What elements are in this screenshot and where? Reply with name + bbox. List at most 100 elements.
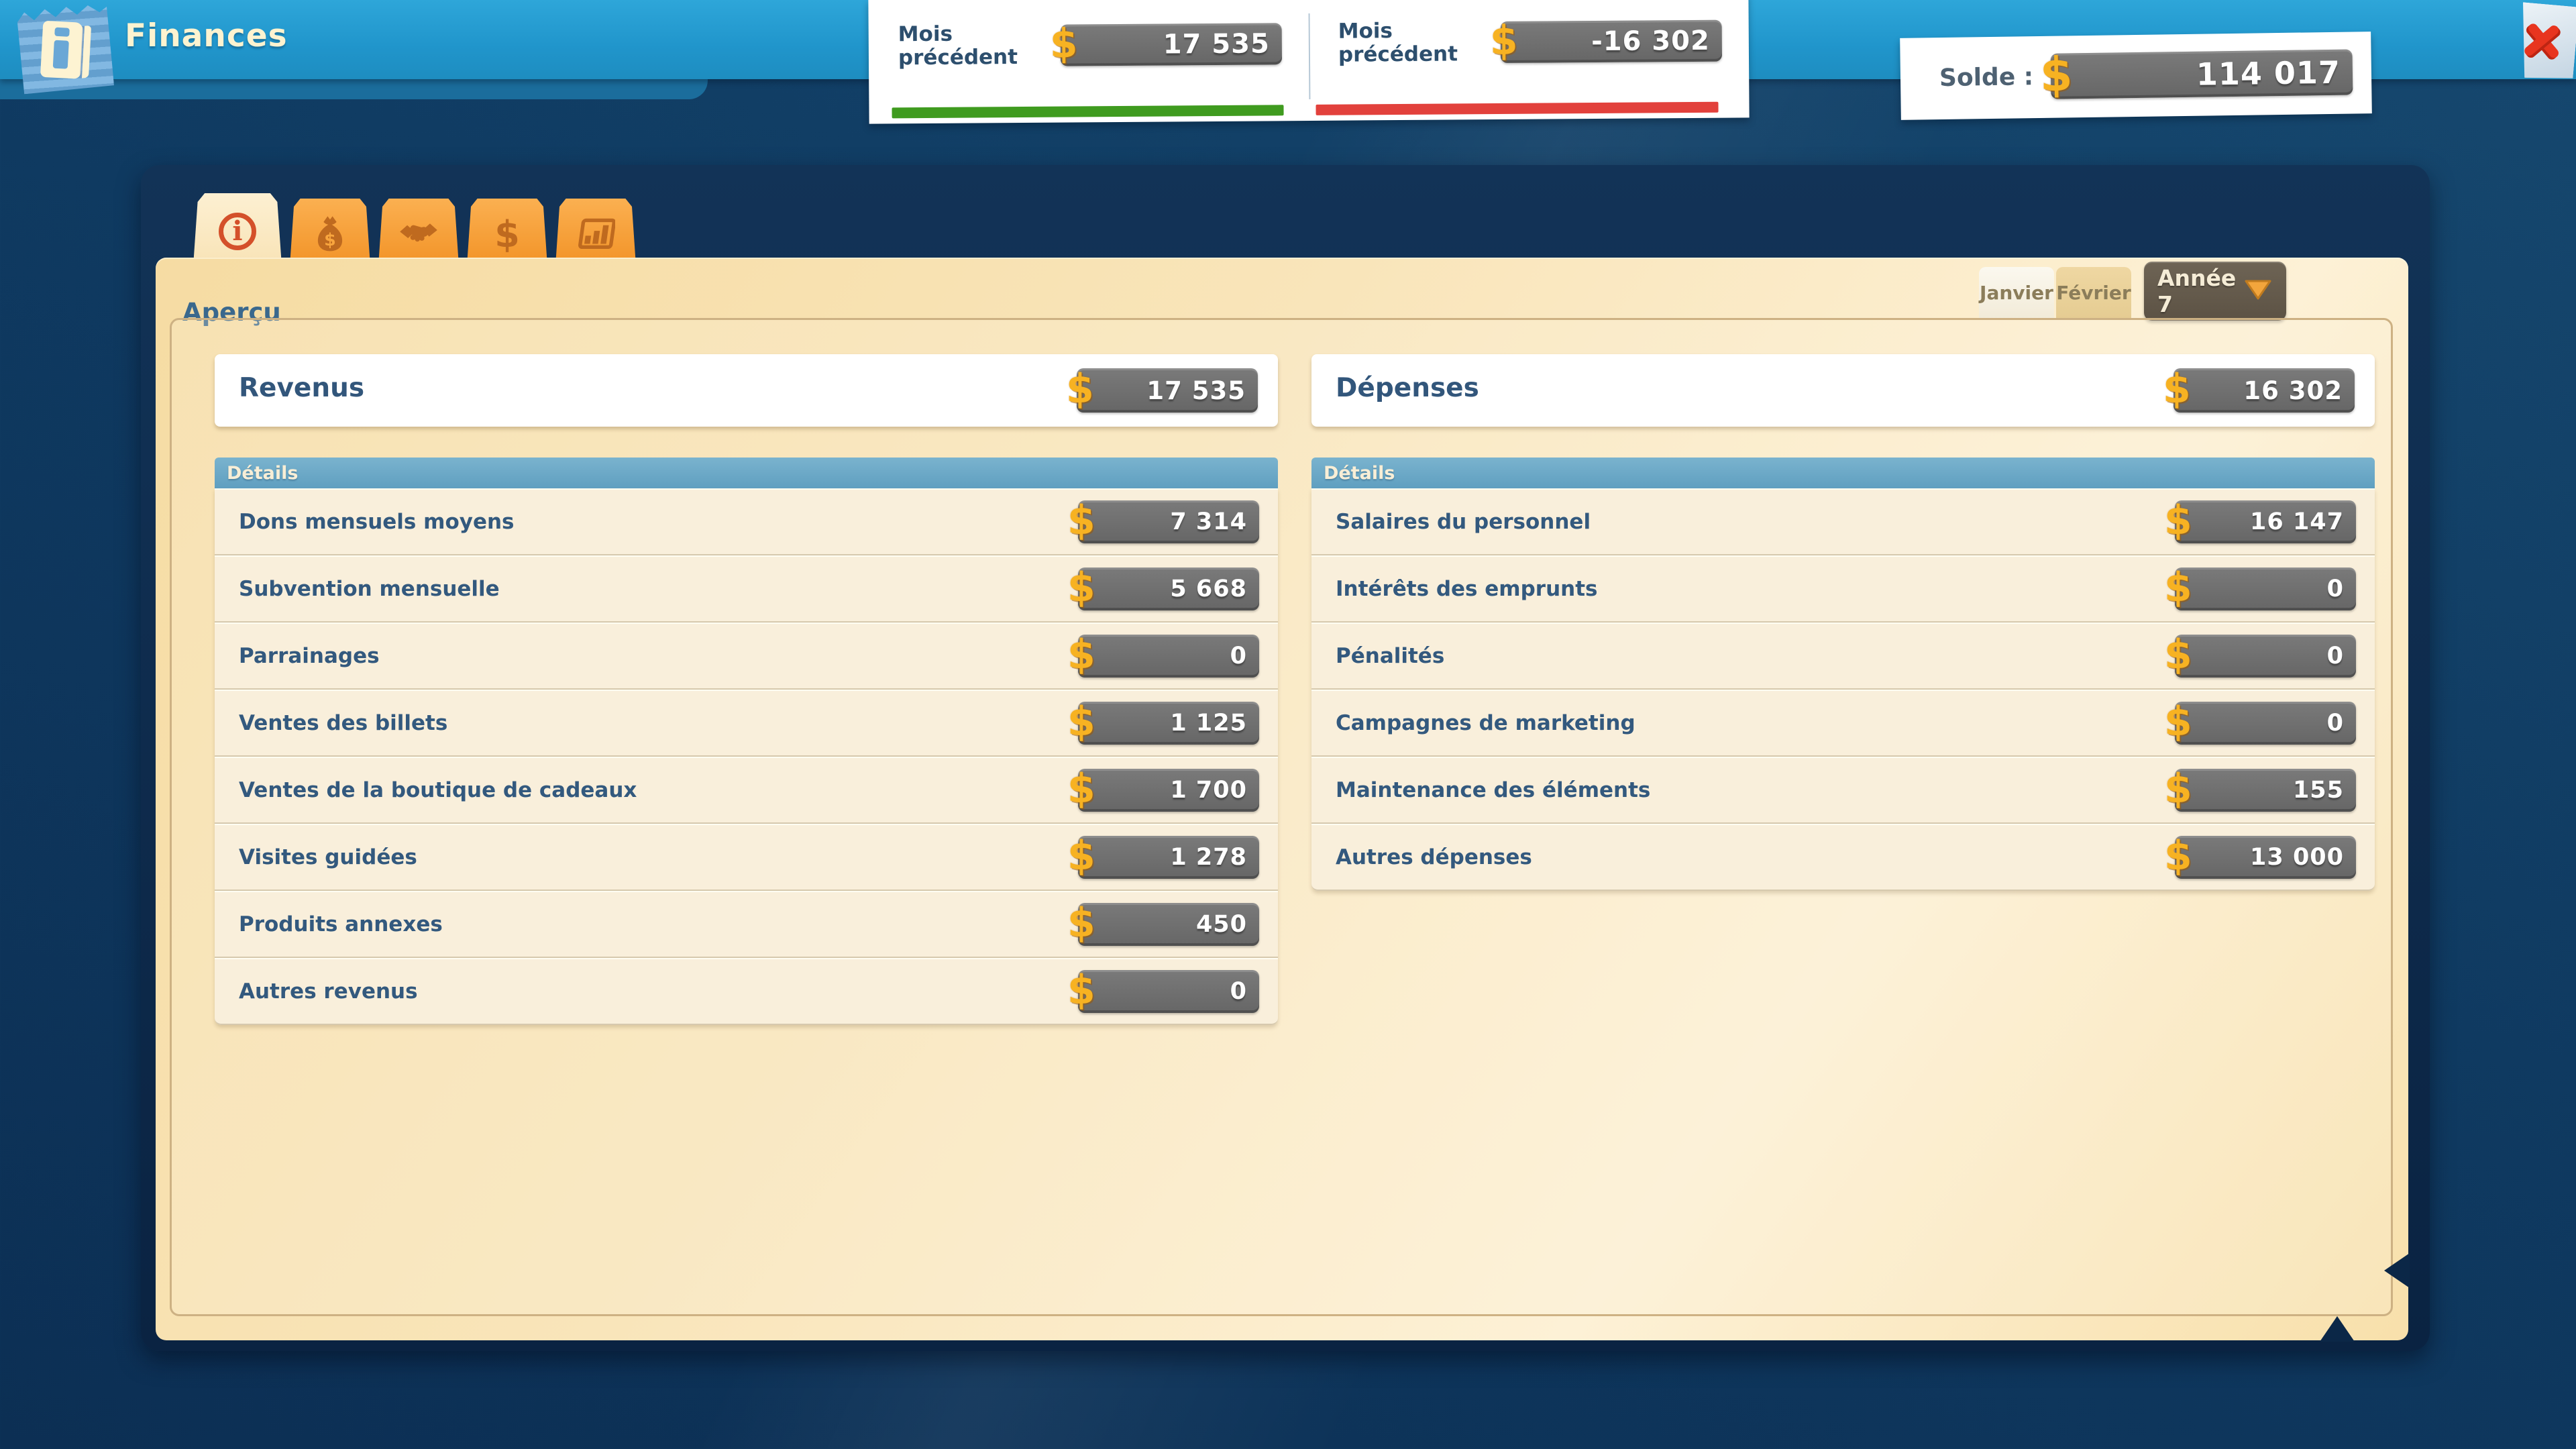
detail-label: Autres dépenses — [1336, 845, 1532, 869]
income-details-header: Détails — [215, 458, 1278, 488]
detail-label: Parrainages — [239, 644, 380, 668]
finances-window: i $ $ Aperçu JanvierFévrier Année 7 Revenu… — [141, 165, 2430, 1351]
dollar-icon: $ — [1067, 631, 1096, 678]
dollar-icon: $ — [1067, 497, 1096, 544]
tab-donations[interactable]: $ — [290, 199, 370, 266]
detail-value-pill: $ 1 125 — [1078, 702, 1259, 745]
expense-details-header: Détails — [1311, 458, 2375, 488]
balance-value: 114 017 — [2196, 54, 2341, 93]
income-title: Revenus — [239, 373, 364, 403]
detail-value: 1 278 — [1170, 844, 1247, 871]
bar-chart-icon — [576, 215, 615, 254]
detail-label: Produits annexes — [239, 912, 443, 936]
income-total-value: 17 535 — [1146, 376, 1246, 405]
finance-detail-row: Subvention mensuelle $ 5 668 — [215, 555, 1278, 623]
previous-month-income: Mois précédent $ 17 535 — [868, 0, 1309, 124]
previous-month-expense: Mois précédent $ -16 302 — [1308, 0, 1749, 121]
tab-history[interactable] — [555, 199, 636, 266]
expense-summary-card: Dépenses $ 16 302 — [1311, 354, 2375, 427]
finance-detail-row: Autres dépenses $ 13 000 — [1311, 824, 2375, 891]
handshake-icon — [399, 215, 438, 254]
finance-detail-row: Autres revenus $ 0 — [215, 958, 1278, 1025]
detail-label: Maintenance des éléments — [1336, 778, 1650, 802]
detail-value: 0 — [2327, 710, 2344, 737]
detail-label: Dons mensuels moyens — [239, 510, 515, 534]
expense-total-pill: $ 16 302 — [2174, 368, 2355, 413]
detail-label: Pénalités — [1336, 644, 1444, 668]
detail-label: Autres revenus — [239, 979, 418, 1004]
detail-label: Ventes des billets — [239, 711, 447, 735]
balance-pill: $ 114 017 — [2051, 49, 2353, 99]
detail-value-pill: $ 155 — [2175, 769, 2356, 812]
finance-detail-row: Produits annexes $ 450 — [215, 891, 1278, 958]
expense-title: Dépenses — [1336, 373, 1479, 403]
dollar-icon: $ — [1490, 17, 1519, 64]
detail-value: 13 000 — [2250, 844, 2344, 871]
page-title: Finances — [125, 17, 288, 54]
expense-total-value: 16 302 — [2243, 376, 2343, 405]
detail-value-pill: $ 5 668 — [1078, 568, 1259, 610]
dollar-icon: $ — [2164, 564, 2193, 611]
detail-value: 1 700 — [1170, 777, 1247, 804]
finance-detail-row: Campagnes de marketing $ 0 — [1311, 690, 2375, 757]
detail-label: Visites guidées — [239, 845, 417, 869]
finance-detail-row: Pénalités $ 0 — [1311, 623, 2375, 690]
detail-value: 155 — [2293, 777, 2344, 804]
dollar-icon: $ — [2164, 765, 2193, 812]
dollar-icon: $ — [1067, 564, 1096, 611]
moneybag-icon: $ — [311, 215, 350, 254]
dollar-icon: $ — [1066, 366, 1095, 413]
details-header-label: Détails — [227, 463, 298, 484]
dollar-icon: $ — [1050, 20, 1079, 67]
detail-label: Subvention mensuelle — [239, 577, 500, 601]
finance-detail-row: Visites guidées $ 1 278 — [215, 824, 1278, 891]
dollar-icon: $ — [2164, 497, 2193, 544]
previous-month-income-pill: $ 17 535 — [1061, 23, 1282, 66]
detail-label: Intérêts des emprunts — [1336, 577, 1598, 601]
dollar-icon: $ — [1067, 833, 1096, 879]
dollar-icon: $ — [1067, 967, 1096, 1014]
detail-value: 0 — [2327, 643, 2344, 669]
finance-detail-row: Intérêts des emprunts $ 0 — [1311, 555, 2375, 623]
detail-value: 5 668 — [1170, 576, 1247, 602]
chevron-down-icon — [2243, 278, 2273, 305]
expense-column: Dépenses $ 16 302 Détails Salaires du pe… — [1311, 354, 2375, 891]
dollar-icon: $ — [494, 213, 520, 256]
finance-detail-row: Maintenance des éléments $ 155 — [1311, 757, 2375, 824]
detail-value-pill: $ 0 — [2175, 702, 2356, 745]
finance-detail-row: Ventes des billets $ 1 125 — [215, 690, 1278, 757]
dollar-icon: $ — [2164, 833, 2193, 879]
month-tabs: JanvierFévrier — [1979, 267, 2131, 319]
detail-value: 0 — [1230, 978, 1247, 1005]
detail-value-pill: $ 16 147 — [2175, 500, 2356, 543]
month-tab-janvier[interactable]: Janvier — [1979, 267, 2054, 319]
income-summary-card: Revenus $ 17 535 — [215, 354, 1278, 427]
year-dropdown-label: Année 7 — [2157, 265, 2243, 317]
tab-overview[interactable]: i — [193, 193, 282, 266]
finance-detail-row: Dons mensuels moyens $ 7 314 — [215, 488, 1278, 555]
expense-negative-bar — [1316, 102, 1718, 115]
dollar-icon: $ — [1067, 765, 1096, 812]
finances-tabs: i $ $ — [193, 193, 636, 266]
detail-value-pill: $ 7 314 — [1078, 500, 1259, 543]
detail-label: Ventes de la boutique de cadeaux — [239, 778, 637, 802]
overview-panel: Aperçu JanvierFévrier Année 7 Revenus $ … — [156, 258, 2408, 1340]
dollar-icon: $ — [2163, 366, 2192, 413]
detail-value: 0 — [1230, 643, 1247, 669]
previous-month-expense-label: Mois précédent — [1338, 19, 1493, 66]
ledger-book-icon — [40, 21, 83, 79]
month-tab-février[interactable]: Février — [2056, 267, 2131, 319]
window-resize-handle[interactable] — [2349, 1281, 2410, 1342]
dollar-icon: $ — [2039, 47, 2074, 103]
tab-sponsorships[interactable] — [378, 199, 459, 266]
detail-value: 1 125 — [1170, 710, 1247, 737]
detail-value: 0 — [2327, 576, 2344, 602]
detail-value-pill: $ 13 000 — [2175, 836, 2356, 879]
income-positive-bar — [892, 105, 1283, 118]
previous-month-expense-pill: $ -16 302 — [1501, 20, 1722, 63]
tab-loans[interactable]: $ — [467, 199, 547, 266]
info-icon: i — [219, 213, 256, 250]
year-dropdown[interactable]: Année 7 — [2144, 262, 2286, 321]
previous-month-income-label: Mois précédent — [898, 22, 1053, 70]
expense-detail-rows: Salaires du personnel $ 16 147 Intérêts … — [1311, 488, 2375, 891]
